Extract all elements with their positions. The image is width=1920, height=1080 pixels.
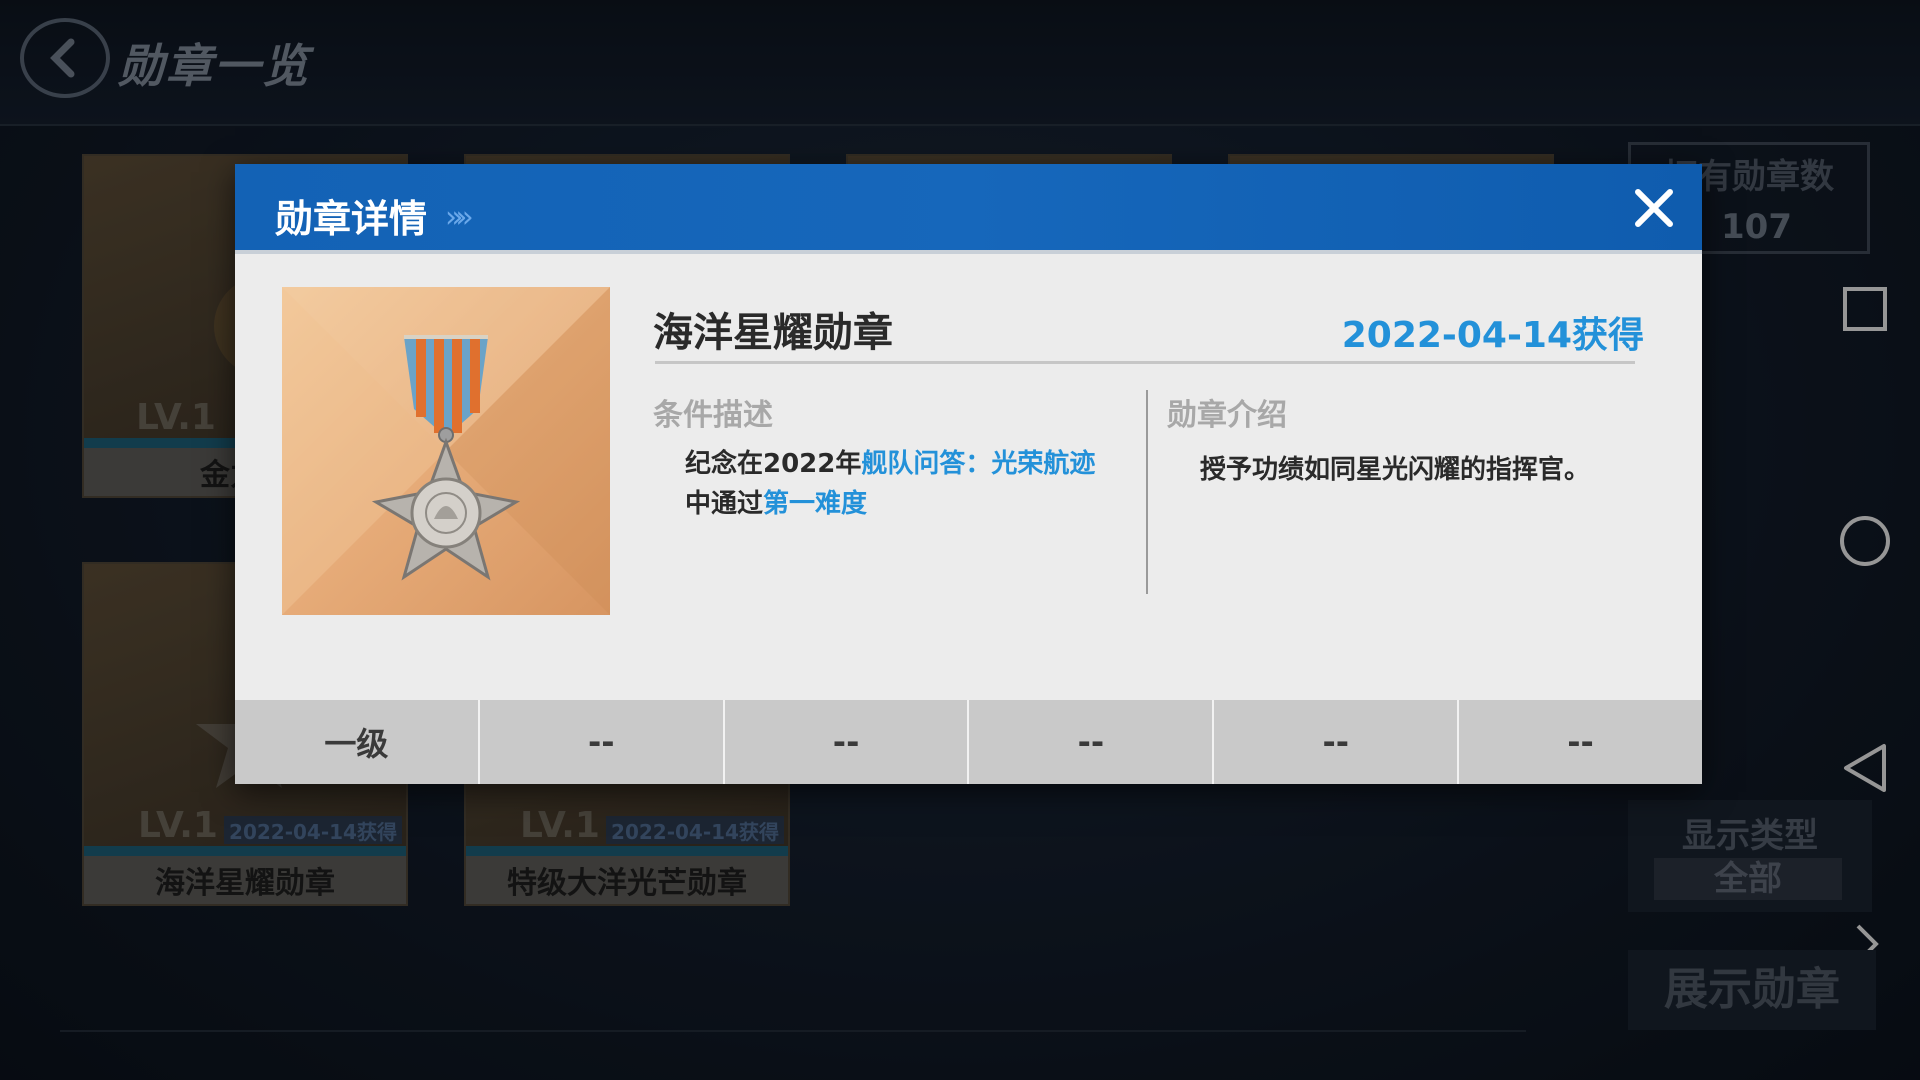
condition-text-part: 纪念在2022年 bbox=[685, 449, 862, 479]
condition-highlight: 第一难度 bbox=[763, 489, 868, 519]
vertical-divider bbox=[1146, 390, 1148, 594]
dialog-title: 勋章详情 bbox=[275, 197, 428, 241]
medal-detail-dialog: 勋章详情 »» 海洋星耀勋章 2022-04-14获得 条件描述 纪念在2022… bbox=[235, 164, 1702, 784]
condition-text: 纪念在2022年舰队问答：光荣航迹中通过第一难度 bbox=[685, 444, 1105, 524]
obtained-date: 2022-04-14获得 bbox=[1341, 315, 1644, 356]
intro-label: 勋章介绍 bbox=[1167, 398, 1287, 433]
condition-label: 条件描述 bbox=[653, 398, 773, 433]
medal-image bbox=[282, 287, 610, 615]
level-tabs: 一级 -- -- -- -- -- bbox=[235, 700, 1702, 784]
condition-text-part: 中通过 bbox=[685, 489, 764, 519]
dialog-header: 勋章详情 »» bbox=[235, 164, 1702, 254]
level-tab-2[interactable]: -- bbox=[480, 700, 725, 784]
level-tab-5[interactable]: -- bbox=[1214, 700, 1460, 784]
chevrons-icon: »» bbox=[445, 200, 474, 235]
close-button[interactable] bbox=[1626, 180, 1682, 236]
ocean-star-medal-icon bbox=[282, 287, 610, 615]
level-tab-1[interactable]: 一级 bbox=[235, 700, 480, 784]
level-tab-3[interactable]: -- bbox=[725, 700, 970, 784]
close-icon bbox=[1635, 189, 1673, 227]
condition-highlight: 舰队问答：光荣航迹 bbox=[861, 449, 1096, 479]
intro-text: 授予功绩如同星光闪耀的指挥官。 bbox=[1200, 455, 1591, 485]
level-tab-6[interactable]: -- bbox=[1459, 700, 1702, 784]
level-tab-4[interactable]: -- bbox=[969, 700, 1215, 784]
divider bbox=[655, 361, 1635, 364]
medal-name: 海洋星耀勋章 bbox=[653, 310, 893, 356]
